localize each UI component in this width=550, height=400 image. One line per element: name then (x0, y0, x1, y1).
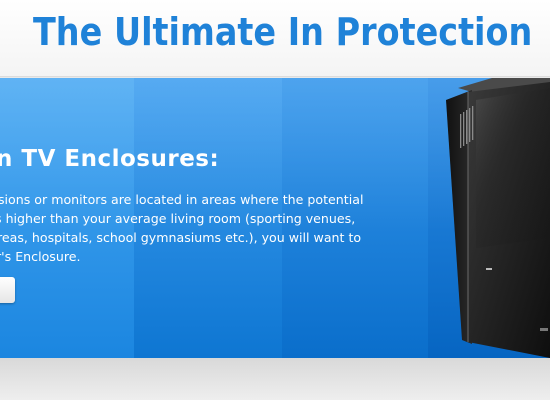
bottom-bar (0, 358, 550, 400)
page-headline: The Ultimate In Protection (33, 10, 533, 54)
section-title: n TV Enclosures: (0, 146, 220, 172)
paragraph-line: sions or monitors are located in areas w… (0, 192, 364, 207)
hero-banner: n TV Enclosures: sions or monitors are l… (0, 78, 550, 358)
page-header: The Ultimate In Protection (0, 0, 550, 77)
paragraph-line: reas, hospitals, school gymnasiums etc.)… (0, 230, 362, 245)
tv-enclosure-image (446, 78, 550, 358)
paragraph-line: r's Enclosure. (0, 249, 81, 264)
learn-more-button[interactable] (0, 277, 15, 303)
paragraph-line: s higher than your average living room (… (0, 211, 356, 226)
description-paragraph: sions or monitors are located in areas w… (0, 190, 420, 266)
